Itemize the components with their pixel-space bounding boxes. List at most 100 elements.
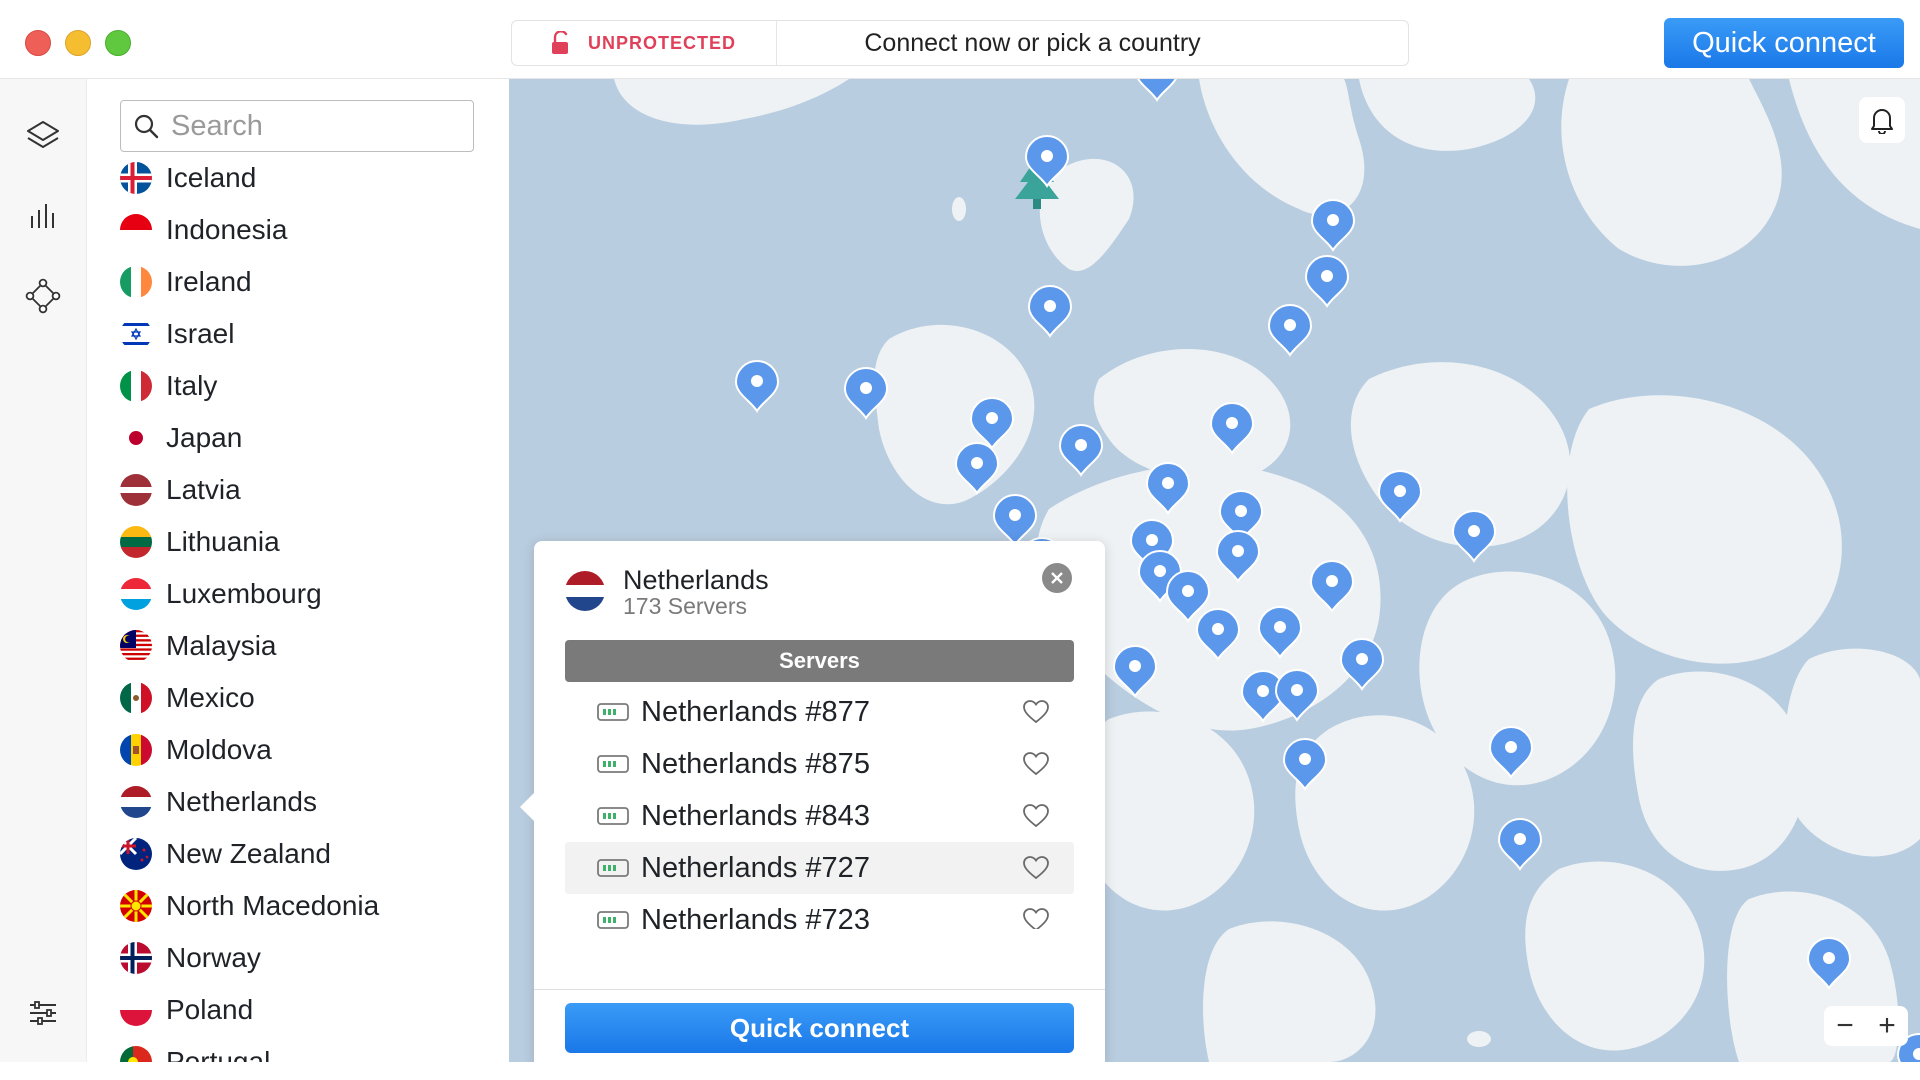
quick-connect-button[interactable]: Quick connect	[1664, 18, 1904, 68]
favorite-heart-icon[interactable]	[1022, 699, 1050, 725]
search-input[interactable]	[169, 108, 463, 144]
luxembourg-flag-icon	[120, 578, 152, 610]
country-item-portugal[interactable]: Portugal	[87, 1036, 509, 1062]
bell-icon	[1871, 109, 1893, 134]
server-name: Netherlands #877	[641, 695, 870, 728]
server-location-pin[interactable]	[1497, 818, 1543, 871]
north-macedonia-flag-icon	[120, 890, 152, 922]
server-location-pin[interactable]	[992, 494, 1038, 547]
country-item-mexico[interactable]: Mexico	[87, 672, 509, 724]
search-box[interactable]	[120, 100, 474, 152]
country-name: New Zealand	[166, 838, 331, 869]
country-name: Iceland	[166, 162, 257, 193]
indonesia-flag-icon	[120, 214, 152, 246]
zoom-out-button[interactable]: −	[1836, 1009, 1854, 1043]
country-name: Luxembourg	[166, 578, 322, 609]
country-item-poland[interactable]: Poland	[87, 984, 509, 1036]
japan-flag-icon	[120, 422, 152, 454]
norway-flag-icon	[120, 942, 152, 974]
popup-divider	[534, 989, 1105, 990]
popup-close-button[interactable]	[1042, 563, 1072, 593]
country-name: Netherlands	[166, 786, 317, 817]
latvia-flag-icon	[120, 474, 152, 506]
window-bottom-edge	[0, 1062, 1920, 1080]
server-name: Netherlands #727	[641, 851, 870, 884]
popup-country-name: Netherlands	[623, 565, 769, 595]
server-location-pin[interactable]	[1058, 424, 1104, 477]
server-icon	[597, 755, 629, 773]
server-icon	[597, 911, 629, 929]
country-item-lithuania[interactable]: Lithuania	[87, 516, 509, 568]
country-name: Poland	[166, 994, 254, 1025]
server-location-pin[interactable]	[1267, 304, 1313, 357]
connection-status-bar: UNPROTECTED Connect now or pick a countr…	[511, 20, 1409, 66]
country-item-ireland[interactable]: Ireland	[87, 256, 509, 308]
server-location-pin[interactable]	[734, 360, 780, 413]
status-message: Connect now or pick a country	[864, 28, 1201, 57]
server-row[interactable]: Netherlands #877	[565, 686, 1074, 738]
country-item-new-zealand[interactable]: New Zealand	[87, 828, 509, 880]
country-name: Mexico	[166, 682, 255, 713]
server-name: Netherlands #843	[641, 799, 870, 832]
zoom-in-button[interactable]: +	[1878, 1009, 1896, 1043]
favorite-heart-icon[interactable]	[1022, 751, 1050, 777]
poland-flag-icon	[120, 994, 152, 1026]
server-location-pin[interactable]	[1136, 79, 1178, 102]
country-name: Ireland	[166, 266, 252, 297]
country-item-italy[interactable]: Italy	[87, 360, 509, 412]
country-name: Moldova	[166, 734, 272, 765]
popup-arrow	[520, 791, 536, 823]
layers-icon[interactable]	[24, 117, 62, 155]
favorite-heart-icon[interactable]	[1022, 855, 1050, 881]
popup-quick-connect-button[interactable]: Quick connect	[565, 1003, 1074, 1053]
minimize-window-button[interactable]	[65, 30, 91, 56]
server-list: Netherlands #877 Netherlands #875 Netherla…	[565, 686, 1074, 929]
close-icon	[1051, 572, 1063, 584]
portugal-flag-icon	[120, 1046, 152, 1062]
country-item-indonesia[interactable]: Indonesia	[87, 204, 509, 256]
server-name: Netherlands #875	[641, 747, 870, 780]
malaysia-flag-icon	[120, 630, 152, 662]
country-name: Lithuania	[166, 526, 280, 557]
moldova-flag-icon	[120, 734, 152, 766]
iceland-flag-icon	[120, 162, 152, 194]
server-row[interactable]: Netherlands #843	[565, 790, 1074, 842]
italy-flag-icon	[120, 370, 152, 402]
close-window-button[interactable]	[25, 30, 51, 56]
ireland-flag-icon	[120, 266, 152, 298]
country-item-north-macedonia[interactable]: North Macedonia	[87, 880, 509, 932]
notifications-button[interactable]	[1859, 97, 1905, 143]
favorite-heart-icon[interactable]	[1022, 803, 1050, 829]
server-icon	[597, 859, 629, 877]
country-popup: Netherlands 173 Servers Servers Netherla…	[520, 541, 1105, 1069]
server-row[interactable]: Netherlands #723	[565, 894, 1074, 929]
server-location-pin[interactable]	[1027, 285, 1073, 338]
server-row[interactable]: Netherlands #875	[565, 738, 1074, 790]
server-location-pin[interactable]	[1304, 255, 1350, 308]
status-label: UNPROTECTED	[588, 32, 737, 53]
country-name: North Macedonia	[166, 890, 380, 921]
new-zealand-flag-icon	[120, 838, 152, 870]
country-item-malaysia[interactable]: Malaysia	[87, 620, 509, 672]
zoom-window-button[interactable]	[105, 30, 131, 56]
country-item-moldova[interactable]: Moldova	[87, 724, 509, 776]
server-location-pin[interactable]	[1451, 510, 1497, 563]
country-list-panel: Iceland Indonesia Ireland Israel Italy Japan L…	[87, 79, 509, 1062]
country-item-japan[interactable]: Japan	[87, 412, 509, 464]
settings-sliders-icon[interactable]	[24, 994, 62, 1032]
country-item-israel[interactable]: Israel	[87, 308, 509, 360]
servers-section-header: Servers	[565, 640, 1074, 682]
country-item-latvia[interactable]: Latvia	[87, 464, 509, 516]
server-row[interactable]: Netherlands #727	[565, 842, 1074, 894]
server-location-pin[interactable]	[1339, 638, 1385, 691]
country-item-norway[interactable]: Norway	[87, 932, 509, 984]
country-name: Malaysia	[166, 630, 277, 661]
meshnet-icon[interactable]	[24, 277, 62, 315]
title-bar: UNPROTECTED Connect now or pick a countr…	[0, 0, 1920, 79]
country-item-luxembourg[interactable]: Luxembourg	[87, 568, 509, 620]
country-item-iceland[interactable]: Iceland	[87, 152, 509, 204]
favorite-heart-icon[interactable]	[1022, 907, 1050, 929]
stats-bars-icon[interactable]	[24, 198, 62, 236]
country-item-netherlands[interactable]: Netherlands	[87, 776, 509, 828]
server-location-pin[interactable]	[1310, 199, 1356, 252]
